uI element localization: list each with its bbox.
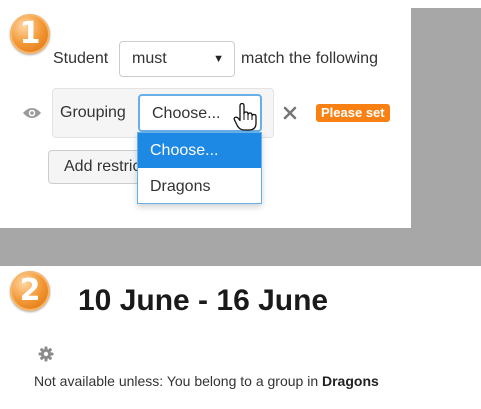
match-following-label: match the following <box>241 50 378 67</box>
must-select[interactable]: must ▼ <box>119 41 235 77</box>
grouping-dropdown-list: Choose... Dragons <box>137 132 262 204</box>
availability-prefix: Not available unless: You belong to a gr… <box>34 373 322 389</box>
dropdown-option-choose[interactable]: Choose... <box>138 133 261 168</box>
eye-icon[interactable] <box>22 106 42 125</box>
caret-down-icon: ▼ <box>213 53 224 65</box>
section-title: 10 June - 16 June <box>78 284 329 317</box>
gear-icon[interactable] <box>38 346 54 367</box>
grouping-select-value: Choose... <box>152 105 221 122</box>
step-one-badge: 1 <box>10 14 50 54</box>
step-two-badge: 2 <box>10 271 50 311</box>
availability-group: Dragons <box>322 373 379 389</box>
grouping-label: Grouping <box>60 104 126 121</box>
dropdown-option-dragons[interactable]: Dragons <box>138 169 261 204</box>
please-set-badge: Please set <box>316 104 390 122</box>
must-select-value: must <box>132 50 167 67</box>
availability-text: Not available unless: You belong to a gr… <box>34 373 379 389</box>
background-grey-band <box>0 228 481 266</box>
student-label: Student <box>53 50 109 67</box>
close-icon[interactable] <box>283 106 297 125</box>
